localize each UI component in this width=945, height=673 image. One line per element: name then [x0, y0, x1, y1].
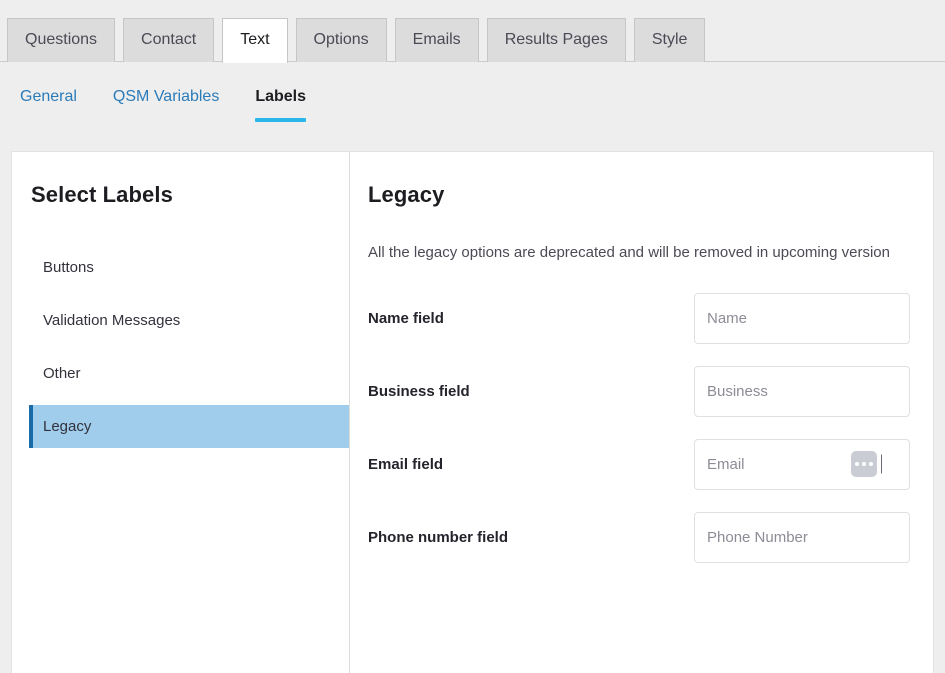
ellipsis-icon[interactable]: [851, 451, 877, 477]
page-description: All the legacy options are deprecated an…: [368, 242, 898, 265]
field-row-phone-number-field: Phone number field: [368, 512, 910, 563]
input-email-field[interactable]: [694, 439, 910, 490]
field-input-wrap-business-field: [694, 366, 910, 417]
subnav-item-general[interactable]: General: [20, 88, 77, 122]
ellipsis-dot: [869, 462, 873, 466]
subnav-item-labels[interactable]: Labels: [255, 88, 306, 122]
field-row-business-field: Business field: [368, 366, 910, 417]
field-row-name-field: Name field: [368, 293, 910, 344]
labels-panel: Select Labels Buttons Validation Messages…: [11, 151, 934, 673]
field-label-email-field: Email field: [368, 456, 443, 473]
tab-style[interactable]: Style: [634, 18, 706, 62]
sidebar-item-label: Legacy: [43, 418, 91, 435]
sidebar-list: Buttons Validation Messages Other Legacy: [12, 246, 349, 448]
text-caret: [881, 455, 882, 474]
field-label-name-field: Name field: [368, 310, 444, 327]
primary-tab-bar: QuestionsContactTextOptionsEmailsResults…: [0, 0, 945, 62]
tab-options[interactable]: Options: [296, 18, 387, 62]
subnav-active-underline: [255, 118, 306, 122]
tab-text[interactable]: Text: [222, 18, 287, 63]
secondary-nav: General QSM Variables Labels: [0, 62, 945, 151]
field-row-email-field: Email field: [368, 439, 910, 490]
tab-emails[interactable]: Emails: [395, 18, 479, 62]
ellipsis-dot: [862, 462, 866, 466]
subnav-item-qsm-variables[interactable]: QSM Variables: [113, 88, 219, 122]
sidebar-active-indicator: [29, 405, 33, 448]
field-label-phone-number-field: Phone number field: [368, 529, 508, 546]
field-input-wrap-name-field: [694, 293, 910, 344]
field-input-wrap-email-field: [694, 439, 910, 490]
sidebar-item-legacy[interactable]: Legacy: [29, 405, 349, 448]
labels-sidebar: Select Labels Buttons Validation Messages…: [12, 152, 350, 673]
sidebar-item-label: Validation Messages: [43, 312, 180, 329]
page-title: Legacy: [368, 182, 910, 208]
sidebar-item-validation-messages[interactable]: Validation Messages: [12, 299, 349, 342]
tab-questions[interactable]: Questions: [7, 18, 115, 62]
input-phone-number-field[interactable]: [694, 512, 910, 563]
legacy-fields-list: Name field Business field Email field Phone…: [368, 293, 910, 563]
tab-results-pages[interactable]: Results Pages: [487, 18, 626, 62]
subnav-item-label: Labels: [255, 88, 306, 105]
sidebar-item-other[interactable]: Other: [12, 352, 349, 395]
sidebar-title: Select Labels: [12, 182, 349, 208]
primary-tabs: QuestionsContactTextOptionsEmailsResults…: [7, 18, 705, 62]
subnav-item-label: QSM Variables: [113, 88, 219, 105]
sidebar-item-label: Buttons: [43, 259, 94, 276]
field-input-wrap-phone-number-field: [694, 512, 910, 563]
subnav-item-label: General: [20, 88, 77, 105]
sidebar-item-label: Other: [43, 365, 81, 382]
input-name-field[interactable]: [694, 293, 910, 344]
input-business-field[interactable]: [694, 366, 910, 417]
tab-contact[interactable]: Contact: [123, 18, 214, 62]
labels-main-panel: Legacy All the legacy options are deprec…: [350, 152, 933, 673]
ellipsis-dot: [855, 462, 859, 466]
sidebar-item-buttons[interactable]: Buttons: [12, 246, 349, 289]
field-label-business-field: Business field: [368, 383, 470, 400]
